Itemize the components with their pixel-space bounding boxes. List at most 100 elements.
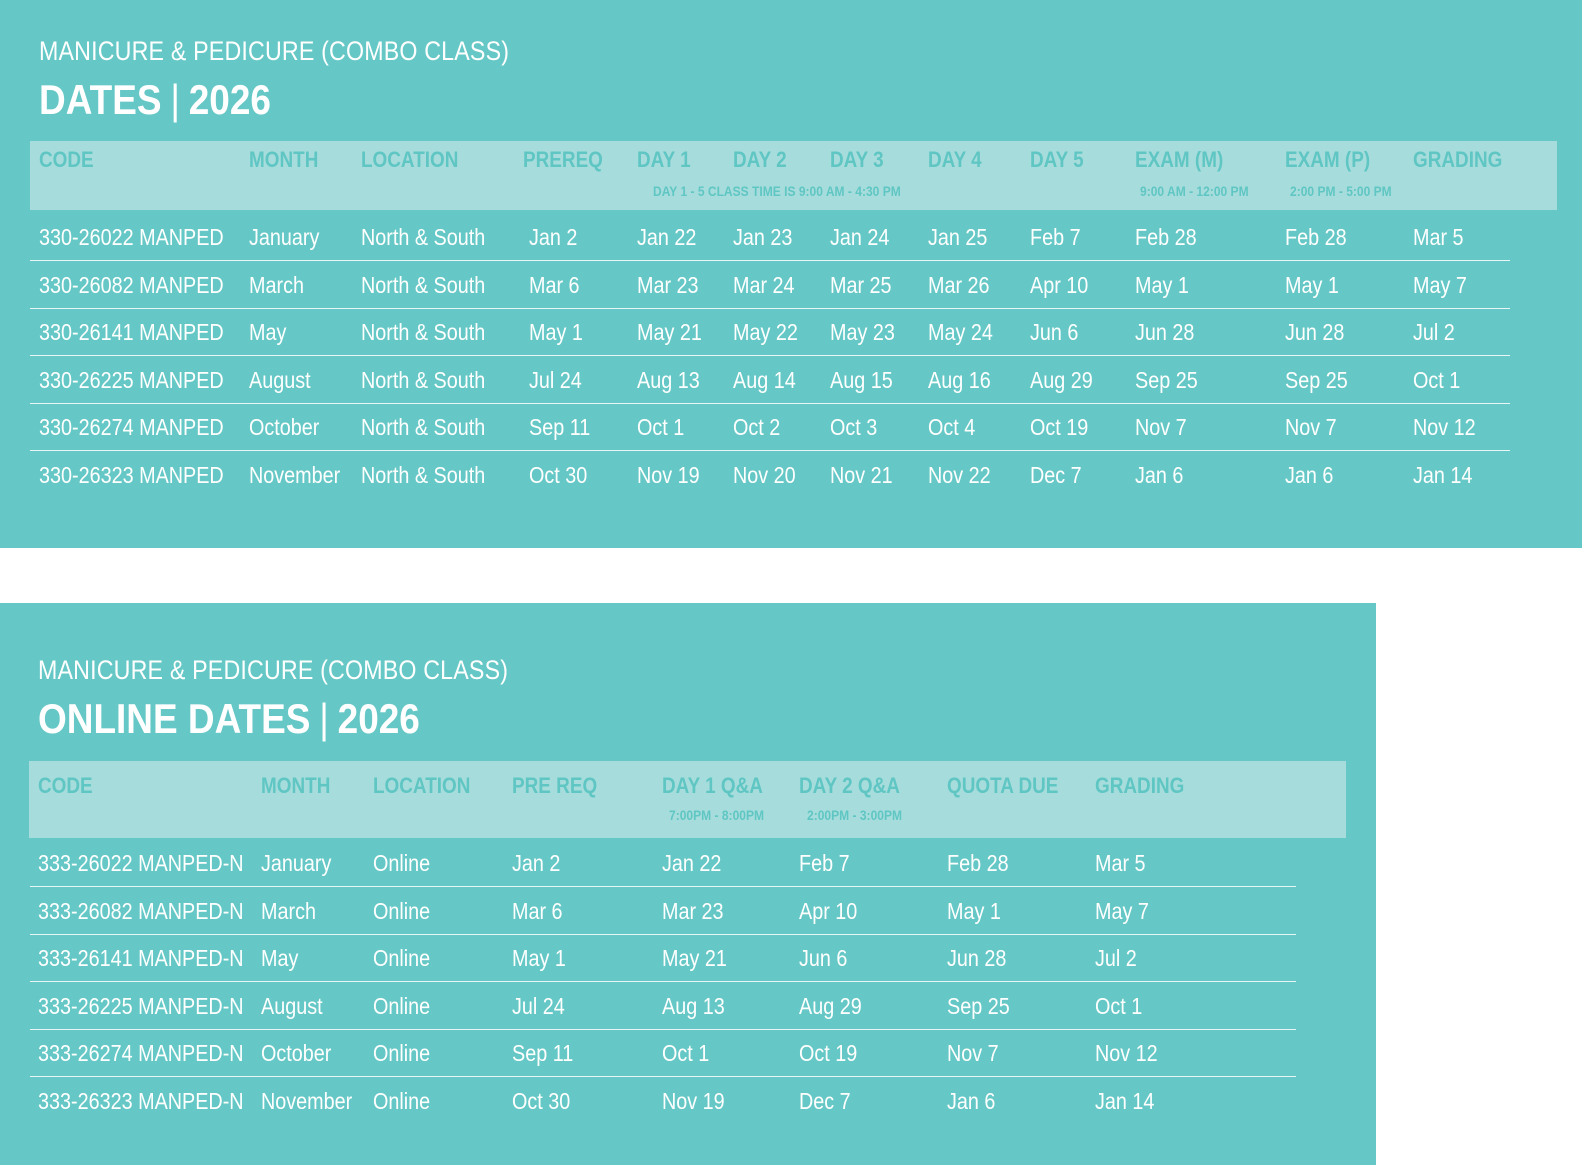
column-header-day-1: DAY 1 <box>637 147 691 172</box>
cell-month: November <box>261 1087 353 1114</box>
cell-location: Online <box>373 850 431 876</box>
exam-p-time-note: 2:00 PM - 5:00 PM <box>1290 183 1392 199</box>
cell-day-3: Jan 24 <box>830 224 890 250</box>
cell-exam-m: Jan 6 <box>1135 461 1184 488</box>
day1-time-note: 7:00PM - 8:00PM <box>669 807 765 823</box>
cell-day-4: Mar 26 <box>928 271 990 298</box>
cell-code: 330-26274 MANPED <box>39 414 224 440</box>
dates-title: DATES | 2026 <box>39 76 271 124</box>
cell-prereq: May 1 <box>529 319 583 345</box>
in-person-dates-panel: MANICURE & PEDICURE (COMBO CLASS) DATES |… <box>0 0 1582 548</box>
cell-location: Online <box>373 992 431 1019</box>
cell-day-1: Aug 13 <box>637 366 700 393</box>
cell-day-2: Aug 14 <box>733 366 796 393</box>
day2-time-note: 2:00PM - 3:00PM <box>807 807 903 823</box>
cell-code: 333-26323 MANPED-N <box>38 1087 244 1114</box>
cell-exam-p: Sep 25 <box>1285 366 1348 393</box>
cell-grading: Nov 12 <box>1413 414 1476 440</box>
cell-code: 333-26082 MANPED-N <box>38 897 244 924</box>
cell-quota-due: Jan 6 <box>947 1087 996 1114</box>
table-row: 330-26274 MANPED October North & South Sep … <box>30 403 1510 451</box>
cell-pre-req: Oct 30 <box>512 1087 571 1114</box>
cell-location: North & South <box>361 366 486 393</box>
cell-code: 333-26022 MANPED-N <box>38 850 244 876</box>
cell-pre-req: Mar 6 <box>512 897 563 924</box>
cell-day-2-qa: Aug 29 <box>799 992 862 1019</box>
cell-grading: Jan 14 <box>1095 1087 1155 1114</box>
cell-quota-due: Feb 28 <box>947 850 1009 876</box>
cell-day-2-qa: Dec 7 <box>799 1087 851 1114</box>
cell-exam-p: Jun 28 <box>1285 319 1345 345</box>
column-header-location: LOCATION <box>373 773 471 798</box>
cell-grading: Jul 2 <box>1413 319 1455 345</box>
cell-quota-due: Jun 28 <box>947 945 1007 971</box>
cell-exam-p: May 1 <box>1285 271 1339 298</box>
cell-day-4: Oct 4 <box>928 414 976 440</box>
cell-day-1: Mar 23 <box>637 271 699 298</box>
cell-exam-m: Jun 28 <box>1135 319 1195 345</box>
cell-code: 330-26082 MANPED <box>39 271 224 298</box>
column-header-quota-due: QUOTA DUE <box>947 773 1059 798</box>
cell-prereq: Jan 2 <box>529 224 578 250</box>
cell-month: November <box>249 461 341 488</box>
table-row: 333-26141 MANPED-N May Online May 1 May 21 Ju… <box>30 934 1296 982</box>
cell-location: Online <box>373 1040 431 1066</box>
cell-location: Online <box>373 897 431 924</box>
title-main: ONLINE DATES <box>38 695 311 742</box>
online-dates-panel: MANICURE & PEDICURE (COMBO CLASS) ONLINE… <box>0 603 1376 1165</box>
column-header-month: MONTH <box>249 147 319 172</box>
cell-day-1: Nov 19 <box>637 461 700 488</box>
column-header-prereq: PREREQ <box>523 147 603 172</box>
exam-m-time-note: 9:00 AM - 12:00 PM <box>1140 183 1249 199</box>
cell-code: 330-26141 MANPED <box>39 319 224 345</box>
cell-day-1: Jan 22 <box>637 224 697 250</box>
cell-prereq: Sep 11 <box>529 414 591 440</box>
cell-day-3: Oct 3 <box>830 414 878 440</box>
course-subtitle: MANICURE & PEDICURE (COMBO CLASS) <box>38 655 509 685</box>
cell-code: 333-26141 MANPED-N <box>38 945 244 971</box>
cell-location: North & South <box>361 414 486 440</box>
cell-exam-p: Feb 28 <box>1285 224 1347 250</box>
cell-day-1-qa: Jan 22 <box>662 850 722 876</box>
column-header-location: LOCATION <box>361 147 459 172</box>
cell-location: North & South <box>361 319 486 345</box>
table-row: 333-26082 MANPED-N March Online Mar 6 Mar 23… <box>30 887 1296 935</box>
table-row: 333-26323 MANPED-N November Online Oct 30 No… <box>30 1077 1296 1125</box>
column-header-day-4: DAY 4 <box>928 147 982 172</box>
cell-day-3: Mar 25 <box>830 271 892 298</box>
cell-pre-req: Sep 11 <box>512 1040 574 1066</box>
cell-month: March <box>261 897 316 924</box>
cell-day-2: Oct 2 <box>733 414 781 440</box>
cell-grading: Oct 1 <box>1413 366 1461 393</box>
cell-day-5: Jun 6 <box>1030 319 1079 345</box>
column-header-grading: GRADING <box>1413 147 1503 172</box>
cell-location: North & South <box>361 224 486 250</box>
column-header-pre-req: PRE REQ <box>512 773 598 798</box>
cell-day-2-qa: Apr 10 <box>799 897 858 924</box>
cell-prereq: Oct 30 <box>529 461 588 488</box>
cell-grading: Mar 5 <box>1095 850 1146 876</box>
column-header-day-1-qa: DAY 1 Q&A <box>662 773 763 798</box>
cell-day-2: Mar 24 <box>733 271 795 298</box>
cell-pre-req: Jan 2 <box>512 850 561 876</box>
title-year: 2026 <box>337 695 420 742</box>
table-row: 330-26225 MANPED August North & South Jul 2… <box>30 356 1510 404</box>
cell-quota-due: Nov 7 <box>947 1040 999 1066</box>
cell-code: 333-26225 MANPED-N <box>38 992 244 1019</box>
table-row: 333-26274 MANPED-N October Online Sep 11 Oct… <box>30 1029 1296 1077</box>
cell-month: August <box>261 992 323 1019</box>
cell-day-2: May 22 <box>733 319 798 345</box>
cell-day-1-qa: Aug 13 <box>662 992 725 1019</box>
table-row: 333-26022 MANPED-N January Online Jan 2 Jan … <box>30 839 1296 887</box>
cell-month: January <box>261 850 332 876</box>
cell-month: January <box>249 224 320 250</box>
cell-prereq: Mar 6 <box>529 271 580 298</box>
cell-pre-req: May 1 <box>512 945 566 971</box>
cell-grading: Jul 2 <box>1095 945 1137 971</box>
cell-quota-due: Sep 25 <box>947 992 1010 1019</box>
column-header-grading: GRADING <box>1095 773 1185 798</box>
cell-exam-m: Feb 28 <box>1135 224 1197 250</box>
cell-day-1: May 21 <box>637 319 702 345</box>
cell-month: May <box>249 319 287 345</box>
course-subtitle: MANICURE & PEDICURE (COMBO CLASS) <box>39 36 510 66</box>
